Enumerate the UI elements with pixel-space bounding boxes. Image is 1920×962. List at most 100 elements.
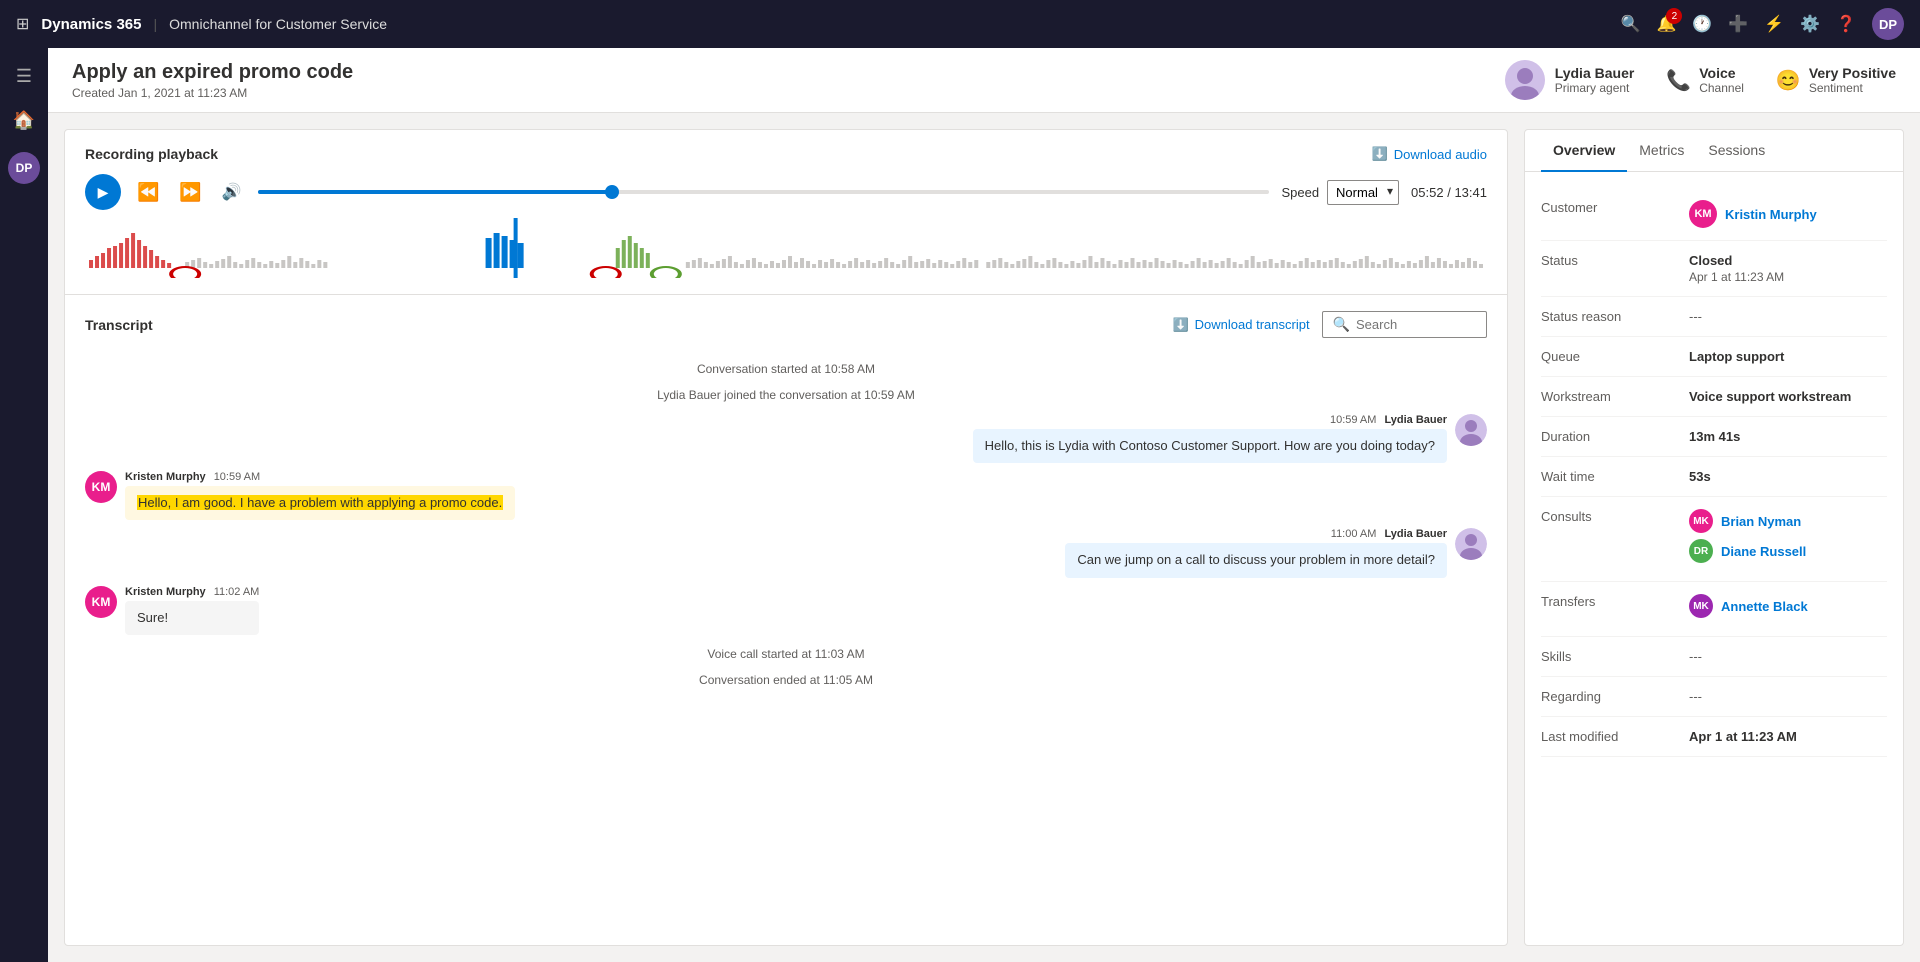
notification-icon[interactable]: 🔔 2 bbox=[1656, 14, 1676, 34]
tab-sessions[interactable]: Sessions bbox=[1696, 130, 1777, 172]
playback-section: Recording playback ⬇️ Download audio ▶ ⏪… bbox=[65, 130, 1507, 295]
panel-content: Customer KM Kristin Murphy Status Closed… bbox=[1525, 172, 1903, 945]
sentiment-text: Very Positive Sentiment bbox=[1809, 65, 1896, 95]
user-avatar[interactable]: DP bbox=[1872, 8, 1904, 40]
progress-thumb[interactable] bbox=[605, 185, 619, 199]
page-subtitle: Created Jan 1, 2021 at 11:23 AM bbox=[72, 86, 353, 100]
status-value: Closed bbox=[1689, 253, 1887, 268]
message-sender: Kristen Murphy bbox=[125, 586, 206, 598]
regarding-value: --- bbox=[1689, 689, 1887, 704]
progress-container[interactable] bbox=[258, 190, 1270, 194]
agent-role: Primary agent bbox=[1555, 81, 1635, 95]
consult-person: MK Brian Nyman bbox=[1689, 509, 1887, 533]
message-sender: Kristen Murphy bbox=[125, 471, 206, 483]
play-button[interactable]: ▶ bbox=[85, 174, 121, 210]
message-content: Lydia Bauer 10:59 AM Hello, this is Lydi… bbox=[973, 414, 1447, 463]
detail-label: Skills bbox=[1541, 649, 1681, 664]
phone-icon: 📞 bbox=[1666, 68, 1691, 93]
customer-avatar-small: KM bbox=[85, 586, 117, 618]
consult-name[interactable]: Diane Russell bbox=[1721, 544, 1806, 559]
page-header-right: Lydia Bauer Primary agent 📞 Voice Channe… bbox=[1505, 60, 1896, 100]
sidebar-user-avatar[interactable]: DP bbox=[8, 152, 40, 184]
clock-icon[interactable]: 🕐 bbox=[1692, 14, 1712, 34]
detail-value-customer: KM Kristin Murphy bbox=[1689, 200, 1887, 228]
agent-name: Lydia Bauer bbox=[1555, 65, 1635, 81]
speed-select[interactable]: 0.5x 0.75x Normal 1.25x 1.5x 2x bbox=[1327, 180, 1399, 205]
message-time: 11:02 AM bbox=[214, 586, 260, 598]
skills-value: --- bbox=[1689, 649, 1887, 664]
channel-label: Voice bbox=[1699, 65, 1744, 81]
agent-avatar bbox=[1505, 60, 1545, 100]
detail-label: Regarding bbox=[1541, 689, 1681, 704]
highlighted-text: Hello, I am good. I have a problem with … bbox=[137, 495, 503, 510]
progress-bar[interactable] bbox=[258, 190, 1270, 194]
forward-button[interactable]: ⏩ bbox=[175, 178, 205, 207]
channel-info-block: 📞 Voice Channel bbox=[1666, 65, 1744, 95]
time-current: 05:52 bbox=[1411, 185, 1444, 200]
sidebar-menu-icon[interactable]: ☰ bbox=[4, 56, 44, 96]
message-time: 10:59 AM bbox=[214, 471, 260, 483]
waveform-svg bbox=[85, 218, 1487, 278]
detail-row-duration: Duration 13m 41s bbox=[1541, 417, 1887, 457]
filter-icon[interactable]: ⚡ bbox=[1764, 14, 1784, 34]
sidebar-home-icon[interactable]: 🏠 bbox=[4, 100, 44, 140]
add-icon[interactable]: ➕ bbox=[1728, 14, 1748, 34]
right-panel: Overview Metrics Sessions Customer KM Kr… bbox=[1524, 129, 1904, 946]
volume-button[interactable]: 🔊 bbox=[218, 178, 246, 206]
message-content: Lydia Bauer 11:00 AM Can we jump on a ca… bbox=[1065, 528, 1447, 577]
help-icon[interactable]: ❓ bbox=[1836, 14, 1856, 34]
page-title: Apply an expired promo code bbox=[72, 61, 353, 84]
search-input[interactable] bbox=[1356, 317, 1476, 332]
last-modified-value: Apr 1 at 11:23 AM bbox=[1689, 729, 1887, 744]
sentiment-icon: 😊 bbox=[1776, 68, 1801, 93]
download-audio-link[interactable]: ⬇️ Download audio bbox=[1372, 146, 1487, 162]
transfer-avatar: MK bbox=[1689, 594, 1713, 618]
duration-value: 13m 41s bbox=[1689, 429, 1887, 444]
transfers-list: MK Annette Black bbox=[1689, 594, 1887, 624]
download-transcript-link[interactable]: ⬇️ Download transcript bbox=[1172, 317, 1309, 333]
message-content: Kristen Murphy 11:02 AM Sure! bbox=[125, 586, 259, 635]
speed-label: Speed bbox=[1281, 185, 1319, 200]
customer-avatar-small: KM bbox=[85, 471, 117, 503]
tab-metrics[interactable]: Metrics bbox=[1627, 130, 1696, 172]
customer-name-link[interactable]: Kristin Murphy bbox=[1725, 207, 1817, 222]
agent-avatar-small bbox=[1455, 528, 1487, 560]
transcript-search-box[interactable]: 🔍 bbox=[1322, 311, 1487, 338]
detail-label: Duration bbox=[1541, 429, 1681, 444]
detail-row-status-reason: Status reason --- bbox=[1541, 297, 1887, 337]
search-icon[interactable]: 🔍 bbox=[1621, 14, 1641, 34]
detail-row-workstream: Workstream Voice support workstream bbox=[1541, 377, 1887, 417]
status-date: Apr 1 at 11:23 AM bbox=[1689, 270, 1887, 284]
message-time: 11:00 AM bbox=[1331, 528, 1377, 540]
detail-label: Customer bbox=[1541, 200, 1681, 215]
transcript-title: Transcript bbox=[85, 317, 153, 333]
download-transcript-icon: ⬇️ bbox=[1172, 317, 1188, 333]
agent-text: Lydia Bauer Primary agent bbox=[1555, 65, 1635, 95]
message-meta: Lydia Bauer 10:59 AM bbox=[1330, 414, 1447, 426]
message-row: Lydia Bauer 10:59 AM Hello, this is Lydi… bbox=[85, 414, 1487, 463]
waveform-container[interactable] bbox=[85, 218, 1487, 278]
system-message: Conversation ended at 11:05 AM bbox=[85, 673, 1487, 687]
consult-avatar: MK bbox=[1689, 509, 1713, 533]
workstream-value: Voice support workstream bbox=[1689, 389, 1887, 404]
message-bubble: Can we jump on a call to discuss your pr… bbox=[1065, 543, 1447, 577]
detail-row-consults: Consults MK Brian Nyman DR Diane Russell bbox=[1541, 497, 1887, 582]
channel-sub: Channel bbox=[1699, 81, 1744, 95]
page-header-left: Apply an expired promo code Created Jan … bbox=[72, 61, 353, 100]
message-sender: Lydia Bauer bbox=[1384, 414, 1447, 426]
detail-label: Workstream bbox=[1541, 389, 1681, 404]
grid-icon[interactable]: ⊞ bbox=[16, 14, 29, 34]
search-icon: 🔍 bbox=[1333, 316, 1350, 333]
tab-overview[interactable]: Overview bbox=[1541, 130, 1627, 172]
sentiment-info-block: 😊 Very Positive Sentiment bbox=[1776, 65, 1896, 95]
sidebar: ☰ 🏠 DP bbox=[0, 48, 48, 962]
tabs-header: Overview Metrics Sessions bbox=[1525, 130, 1903, 172]
download-transcript-label: Download transcript bbox=[1195, 317, 1310, 332]
notification-badge: 2 bbox=[1666, 8, 1682, 24]
detail-label: Wait time bbox=[1541, 469, 1681, 484]
consult-name[interactable]: Brian Nyman bbox=[1721, 514, 1801, 529]
transfer-name[interactable]: Annette Black bbox=[1721, 599, 1808, 614]
settings-icon[interactable]: ⚙️ bbox=[1800, 14, 1820, 34]
agent-info-block: Lydia Bauer Primary agent bbox=[1505, 60, 1635, 100]
rewind-button[interactable]: ⏪ bbox=[133, 178, 163, 207]
